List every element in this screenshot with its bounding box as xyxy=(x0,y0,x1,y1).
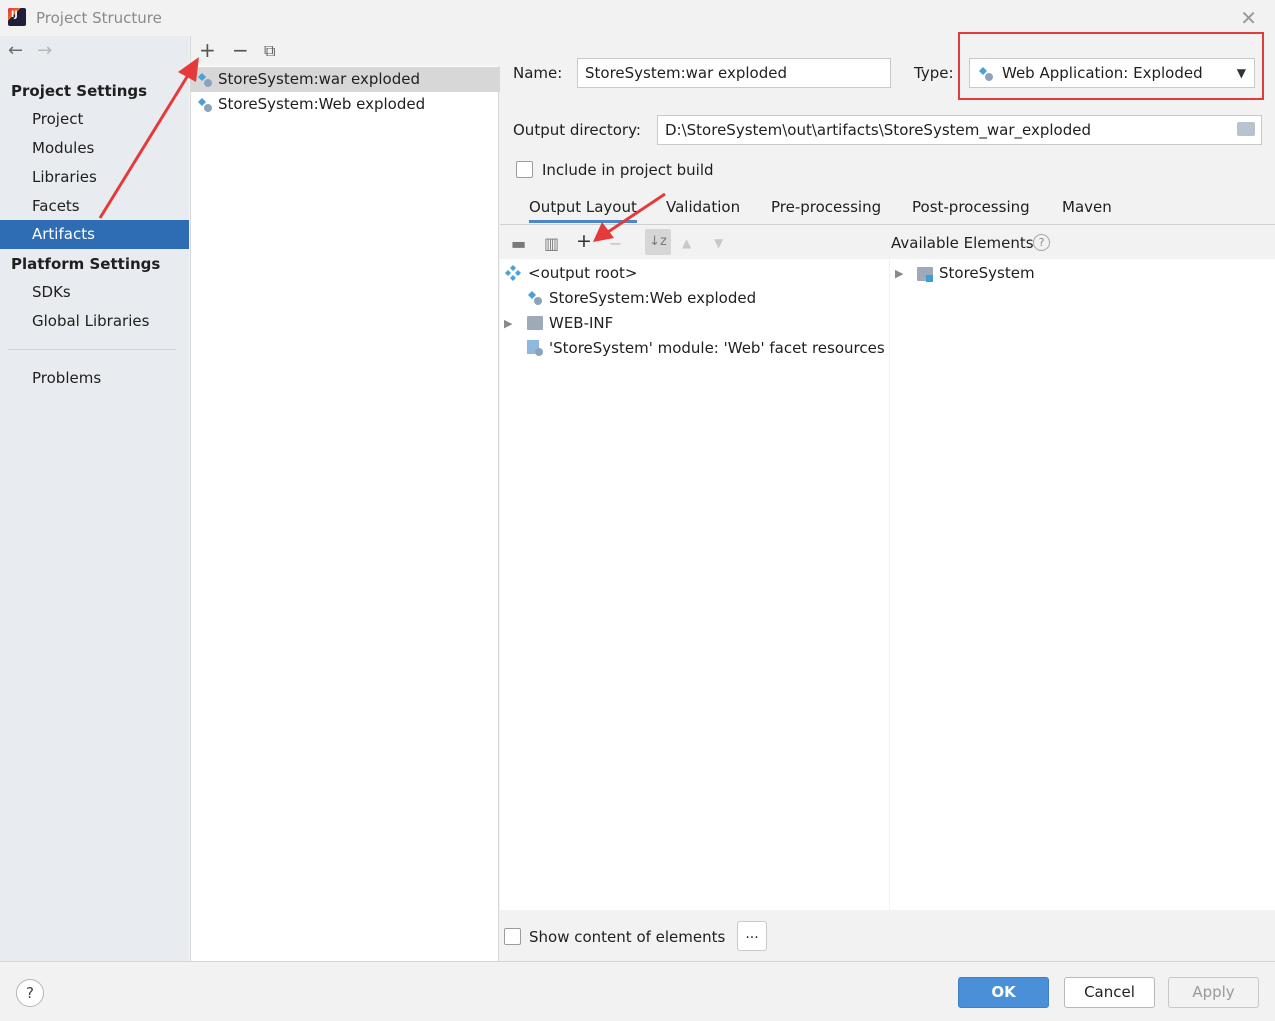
forward-arrow-icon[interactable]: → xyxy=(37,40,52,61)
help-button[interactable]: ? xyxy=(16,979,44,1007)
sidebar-item-artifacts[interactable]: Artifacts xyxy=(0,220,189,249)
sidebar-item-sdks[interactable]: SDKs xyxy=(0,278,189,307)
move-up-icon[interactable]: ▲ xyxy=(682,236,691,250)
artifact-toolbar: + − ⧉ xyxy=(191,36,500,66)
add-icon[interactable]: + xyxy=(199,38,216,62)
output-root-icon xyxy=(505,265,521,281)
tab-maven[interactable]: Maven xyxy=(1062,198,1112,216)
add-copy-icon[interactable]: + xyxy=(576,230,592,252)
folder-icon[interactable] xyxy=(1237,122,1255,136)
tree-item-web-exploded[interactable]: StoreSystem:Web exploded xyxy=(549,289,756,307)
expand-arrow-icon[interactable]: ▶ xyxy=(895,267,903,280)
name-field[interactable]: StoreSystem:war exploded xyxy=(577,58,891,88)
folder-icon xyxy=(527,316,543,330)
project-settings-heading: Project Settings xyxy=(11,82,148,100)
sidebar-item-modules[interactable]: Modules xyxy=(0,134,189,163)
module-badge-icon xyxy=(926,275,933,282)
sidebar-item-libraries[interactable]: Libraries xyxy=(0,163,189,192)
show-content-label: Show content of elements xyxy=(529,928,726,946)
cancel-button[interactable]: Cancel xyxy=(1064,977,1155,1008)
available-elements-panel: Available Elements ? ▶ StoreSystem xyxy=(890,225,1275,910)
type-label: Type: xyxy=(914,64,954,82)
create-archive-icon[interactable]: ▥ xyxy=(544,234,559,253)
name-label: Name: xyxy=(513,64,563,82)
sidebar-item-problems[interactable]: Problems xyxy=(0,364,189,393)
remove-icon[interactable]: − xyxy=(609,234,622,253)
help-icon[interactable]: ? xyxy=(1033,234,1050,251)
sidebar-item-project[interactable]: Project xyxy=(0,105,189,134)
copy-icon[interactable]: ⧉ xyxy=(264,41,275,61)
intellij-logo-icon xyxy=(8,8,26,26)
facet-resources-icon xyxy=(527,340,543,356)
ellipsis-button[interactable]: ... xyxy=(737,921,767,951)
title-bar: Project Structure ✕ xyxy=(0,0,1275,36)
include-build-checkbox[interactable] xyxy=(516,161,533,178)
apply-button[interactable]: Apply xyxy=(1168,977,1259,1008)
output-layout-tree: <output root> StoreSystem:Web exploded ▶… xyxy=(500,259,889,910)
sidebar-divider xyxy=(8,349,176,350)
sort-alpha-icon[interactable]: ↓z xyxy=(645,229,671,255)
artifact-item[interactable]: StoreSystem:war exploded xyxy=(191,67,500,92)
window-title: Project Structure xyxy=(36,9,162,27)
navigation-arrows: ← → xyxy=(8,40,66,61)
available-item-storesystem[interactable]: StoreSystem xyxy=(939,264,1035,282)
artifact-detail-panel: Name: StoreSystem:war exploded Type: Web… xyxy=(500,32,1275,961)
close-icon[interactable]: ✕ xyxy=(1240,6,1257,30)
layout-options: Show content of elements ... xyxy=(500,910,1275,961)
tree-item-output-root[interactable]: <output root> xyxy=(528,264,637,282)
show-content-checkbox[interactable] xyxy=(504,928,521,945)
tab-output-layout[interactable]: Output Layout xyxy=(529,198,637,223)
tab-post-processing[interactable]: Post-processing xyxy=(912,198,1030,216)
sidebar-item-global-libraries[interactable]: Global Libraries xyxy=(0,307,189,336)
include-build-label: Include in project build xyxy=(542,161,714,179)
tree-item-web-inf[interactable]: WEB-INF xyxy=(549,314,613,332)
web-artifact-icon xyxy=(528,291,542,305)
tab-pre-processing[interactable]: Pre-processing xyxy=(771,198,881,216)
artifact-list-panel: + − ⧉ StoreSystem:war exploded StoreSyst… xyxy=(190,36,500,961)
output-directory-value: D:\StoreSystem\out\artifacts\StoreSystem… xyxy=(665,121,1091,139)
artifact-item[interactable]: StoreSystem:Web exploded xyxy=(191,92,500,117)
available-elements-label: Available Elements xyxy=(891,234,1034,252)
sidebar-item-facets[interactable]: Facets xyxy=(0,192,189,221)
tree-item-facet-resources[interactable]: 'StoreSystem' module: 'Web' facet resour… xyxy=(549,339,885,357)
layout-toolbar: ▬ ▥ + − ↓z ▲ ▼ xyxy=(500,225,889,259)
ok-button[interactable]: OK xyxy=(958,977,1049,1008)
dialog-footer: ? OK Cancel Apply xyxy=(0,961,1275,1021)
remove-icon[interactable]: − xyxy=(232,38,249,62)
output-directory-label: Output directory: xyxy=(513,121,641,139)
move-down-icon[interactable]: ▼ xyxy=(714,236,723,250)
output-directory-field[interactable]: D:\StoreSystem\out\artifacts\StoreSystem… xyxy=(657,115,1262,145)
platform-settings-heading: Platform Settings xyxy=(11,255,161,273)
expand-arrow-icon[interactable]: ▶ xyxy=(504,317,512,330)
tab-validation[interactable]: Validation xyxy=(666,198,740,216)
web-artifact-icon xyxy=(198,98,212,112)
web-artifact-icon xyxy=(198,73,212,87)
artifact-label: StoreSystem:Web exploded xyxy=(218,95,426,113)
artifact-label: StoreSystem:war exploded xyxy=(218,70,421,88)
back-arrow-icon[interactable]: ← xyxy=(8,40,23,61)
annotation-highlight-box xyxy=(958,32,1264,100)
new-directory-icon[interactable]: ▬ xyxy=(511,234,526,253)
settings-sidebar: ← → Project Settings Project Modules Libr… xyxy=(0,36,189,961)
available-elements-header: Available Elements ? xyxy=(890,225,1275,259)
